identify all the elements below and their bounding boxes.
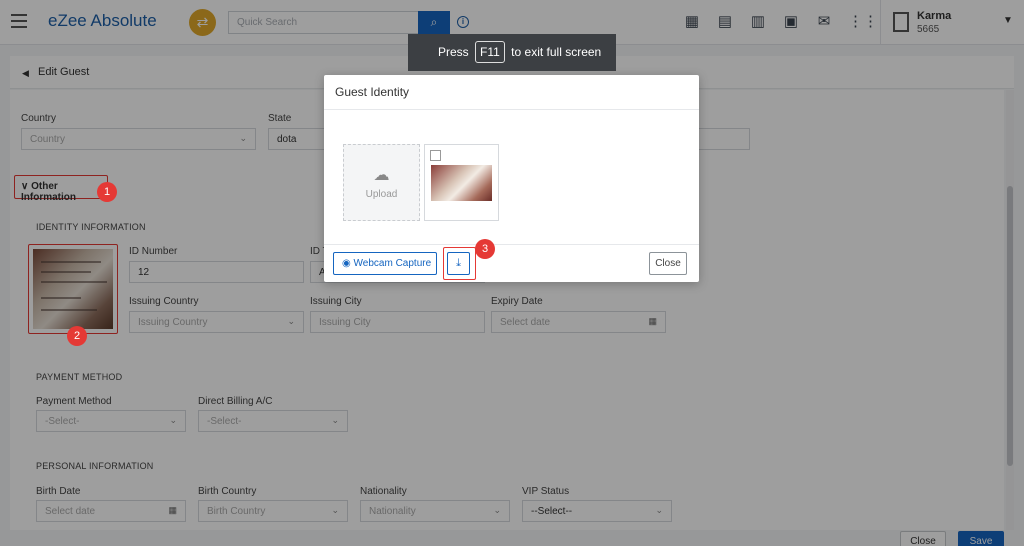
webcam-capture-button[interactable]: ◉ Webcam Capture xyxy=(333,252,437,275)
guest-identity-modal: Guest Identity ☁ Upload ◉ Webcam Capture… xyxy=(324,75,699,282)
image-select-checkbox[interactable] xyxy=(430,150,441,161)
divider xyxy=(324,109,699,110)
modal-title: Guest Identity xyxy=(335,85,410,99)
webcam-capture-label: Webcam Capture xyxy=(353,258,432,269)
camera-icon: ◉ xyxy=(342,258,354,269)
modal-close-button[interactable]: Close xyxy=(649,252,687,275)
toast-suffix: to exit full screen xyxy=(511,45,602,59)
cloud-upload-icon: ☁ xyxy=(373,167,390,184)
upload-dropzone[interactable]: ☁ Upload xyxy=(343,144,420,221)
toast-prefix: Press xyxy=(438,45,469,59)
annotation-badge-3: 3 xyxy=(475,239,495,259)
annotation-badge-2: 2 xyxy=(67,326,87,346)
fullscreen-toast: Press F11 to exit full screen xyxy=(408,34,616,71)
upload-label: Upload xyxy=(365,189,398,200)
annotation-badge-1: 1 xyxy=(97,182,117,202)
download-icon: ⤓ xyxy=(456,257,461,269)
identity-image-tile[interactable] xyxy=(424,144,499,221)
divider xyxy=(324,244,699,245)
identity-image-preview xyxy=(431,165,492,201)
download-button[interactable]: ⤓ xyxy=(447,252,470,275)
toast-key: F11 xyxy=(475,41,505,63)
